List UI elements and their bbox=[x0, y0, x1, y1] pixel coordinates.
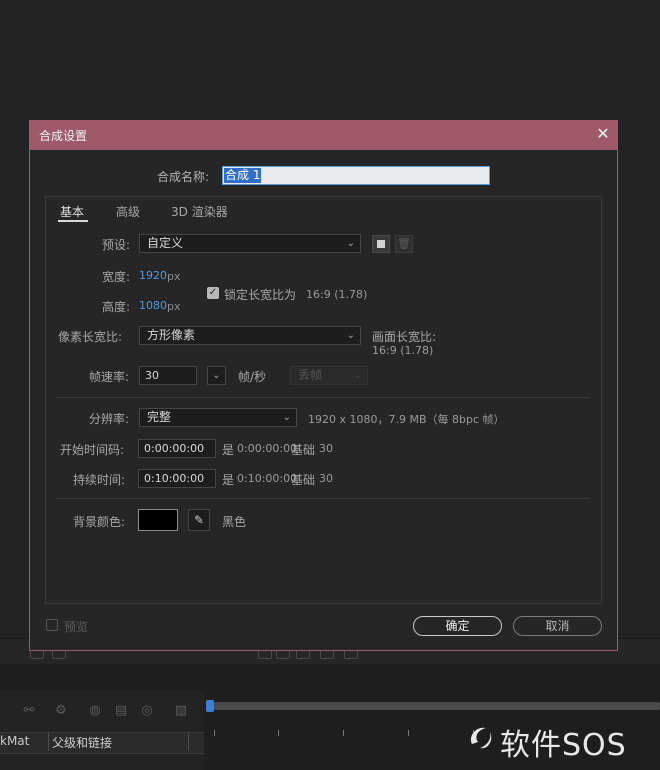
watermark-logo-icon bbox=[466, 722, 496, 752]
frame-aspect-value: 16:9 (1.78) bbox=[372, 344, 434, 357]
preset-label: 预设: bbox=[102, 238, 131, 252]
cancel-button[interactable]: 取消 bbox=[513, 616, 602, 636]
section-divider bbox=[56, 397, 590, 398]
lock-aspect-ratio: 16:9 (1.78) bbox=[306, 288, 368, 301]
start-timecode-base-value: 30 bbox=[319, 442, 333, 455]
start-timecode-base-label: 基础 bbox=[291, 443, 316, 457]
start-timecode-equivalent: 0:00:00:00 bbox=[237, 442, 298, 455]
tab-basic[interactable]: 基本 bbox=[60, 203, 84, 220]
eyedropper-icon[interactable]: ✎ bbox=[188, 509, 210, 531]
drop-frame-value: 丢帧 bbox=[298, 368, 323, 382]
layer-panel bbox=[0, 690, 204, 770]
delete-preset-button[interactable]: 🗑 bbox=[395, 235, 413, 253]
ok-button[interactable]: 确定 bbox=[413, 616, 502, 636]
chevron-down-icon: ⌄ bbox=[282, 412, 291, 423]
column-divider bbox=[188, 733, 189, 751]
frame-rate-label: 帧速率: bbox=[89, 370, 130, 384]
preview-label[interactable]: 预览 bbox=[64, 618, 88, 635]
composition-name-selected-text[interactable]: 合成 1 bbox=[224, 168, 262, 183]
ruler-tick bbox=[343, 730, 344, 736]
tab-advanced[interactable]: 高级 bbox=[116, 203, 140, 220]
shy-layers-icon[interactable]: ⚯ bbox=[22, 704, 36, 718]
height-value[interactable]: 1080 bbox=[139, 299, 167, 312]
column-parent-link[interactable]: 父级和链接 bbox=[52, 734, 112, 751]
preview-checkbox[interactable] bbox=[46, 619, 58, 631]
resolution-label: 分辨率: bbox=[89, 412, 130, 426]
graph-editor-icon[interactable]: ▤ bbox=[114, 704, 128, 718]
start-timecode-is: 是 bbox=[222, 443, 235, 457]
dialog-title: 合成设置 bbox=[39, 129, 88, 143]
playhead[interactable] bbox=[206, 700, 214, 712]
lock-aspect-label[interactable]: 锁定长宽比为 bbox=[224, 286, 296, 303]
frame-rate-input[interactable]: 30 bbox=[139, 366, 197, 385]
width-label: 宽度: bbox=[102, 270, 131, 284]
duration-equivalent: 0:10:00:00 bbox=[237, 472, 298, 485]
chevron-down-icon: ⌄ bbox=[346, 238, 355, 249]
resolution-dropdown[interactable]: 完整 ⌄ bbox=[139, 408, 297, 427]
lock-aspect-checkbox[interactable]: ✓ bbox=[207, 287, 219, 299]
pixel-aspect-value: 方形像素 bbox=[147, 328, 196, 342]
save-icon bbox=[377, 240, 385, 248]
duration-base-value: 30 bbox=[319, 472, 333, 485]
start-timecode-label: 开始时间码: bbox=[60, 443, 125, 457]
work-area-bar[interactable] bbox=[210, 702, 660, 710]
column-trackmat[interactable]: kMat bbox=[0, 734, 29, 748]
duration-label: 持续时间: bbox=[73, 473, 126, 487]
composition-name-input[interactable] bbox=[222, 166, 490, 185]
height-label: 高度: bbox=[102, 300, 131, 314]
motion-blur-icon[interactable]: ◍ bbox=[88, 704, 102, 718]
bg-color-swatch[interactable] bbox=[138, 509, 178, 531]
resolution-value: 完整 bbox=[147, 410, 172, 424]
width-value[interactable]: 1920 bbox=[139, 269, 167, 282]
preset-dropdown[interactable]: 自定义 ⌄ bbox=[139, 234, 361, 253]
duration-is: 是 bbox=[222, 473, 235, 487]
drop-frame-dropdown: 丢帧 ⌄ bbox=[290, 366, 368, 385]
preset-value: 自定义 bbox=[147, 236, 184, 250]
frame-rate-dropdown-button[interactable]: ⌄ bbox=[207, 366, 226, 385]
ruler-tick bbox=[278, 730, 279, 736]
resolution-info: 1920 x 1080，7.9 MB（每 8bpc 帧） bbox=[308, 413, 505, 426]
trash-icon: 🗑 bbox=[397, 237, 411, 250]
composition-name-label: 合成名称: bbox=[157, 170, 210, 184]
frame-blending-icon[interactable]: ⚙ bbox=[54, 704, 68, 718]
close-icon[interactable]: ✕ bbox=[594, 124, 612, 144]
duration-input[interactable]: 0:10:00:00 bbox=[138, 469, 216, 488]
frame-aspect-label: 画面长宽比: bbox=[372, 330, 437, 344]
watermark-text: 软件SOS bbox=[500, 728, 627, 763]
frame-rate-unit: 帧/秒 bbox=[238, 370, 267, 384]
chevron-down-icon: ⌄ bbox=[212, 370, 221, 381]
tab-3d-renderer[interactable]: 3D 渲染器 bbox=[171, 203, 228, 220]
ruler-tick bbox=[214, 730, 215, 736]
bg-color-name: 黑色 bbox=[222, 515, 247, 529]
active-tab-indicator bbox=[58, 220, 88, 222]
column-divider bbox=[48, 733, 49, 751]
pixel-aspect-dropdown[interactable]: 方形像素 ⌄ bbox=[139, 326, 361, 345]
chevron-down-icon: ⌄ bbox=[346, 330, 355, 341]
height-unit: px bbox=[167, 300, 181, 313]
settings-panel bbox=[45, 196, 602, 604]
draft-3d-icon[interactable]: ◎ bbox=[140, 704, 154, 718]
mask-icon[interactable]: ▧ bbox=[174, 704, 188, 718]
chevron-down-icon: ⌄ bbox=[353, 370, 362, 381]
section-divider bbox=[56, 498, 590, 499]
pixel-aspect-label: 像素长宽比: bbox=[58, 330, 123, 344]
start-timecode-input[interactable]: 0:00:00:00 bbox=[138, 439, 216, 458]
duration-base-label: 基础 bbox=[291, 473, 316, 487]
dialog-titlebar[interactable] bbox=[29, 120, 618, 150]
width-unit: px bbox=[167, 270, 181, 283]
bg-color-label: 背景颜色: bbox=[73, 515, 126, 529]
ruler-tick bbox=[408, 730, 409, 736]
